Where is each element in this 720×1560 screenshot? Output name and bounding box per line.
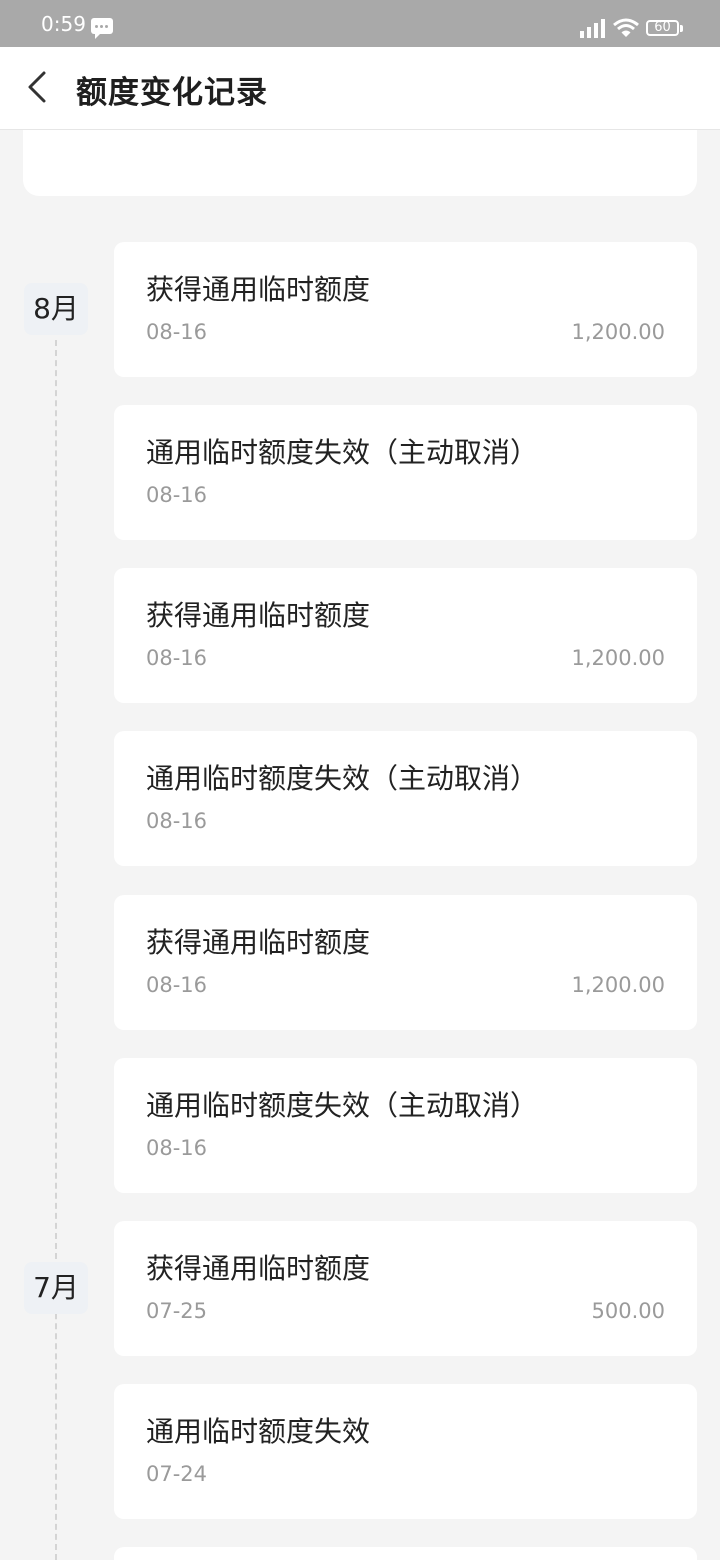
record-card-partial[interactable] <box>114 1547 697 1560</box>
back-arrow-icon[interactable] <box>18 67 58 107</box>
battery-level: 60 <box>654 20 671 35</box>
record-title: 获得通用临时额度 <box>146 599 371 632</box>
message-notification-icon <box>91 18 113 39</box>
record-card[interactable]: 获得通用临时额度 07-25 500.00 <box>114 1221 697 1356</box>
page-title: 额度变化记录 <box>76 75 268 111</box>
wifi-icon <box>613 18 639 37</box>
record-title: 获得通用临时额度 <box>146 926 371 959</box>
record-amount: 1,200.00 <box>571 973 665 997</box>
record-date: 08-16 <box>146 646 208 670</box>
record-date: 08-16 <box>146 483 208 507</box>
record-card[interactable]: 通用临时额度失效 07-24 <box>114 1384 697 1519</box>
record-date: 07-24 <box>146 1462 208 1486</box>
month-label-august: 8月 <box>24 283 88 335</box>
record-date: 08-16 <box>146 973 208 997</box>
timeline-line <box>55 340 57 1560</box>
record-card[interactable]: 通用临时额度失效（主动取消） 08-16 <box>114 405 697 540</box>
record-amount: 500.00 <box>591 1299 665 1323</box>
record-date: 07-25 <box>146 1299 208 1323</box>
record-card[interactable]: 获得通用临时额度 08-16 1,200.00 <box>114 568 697 703</box>
record-amount: 1,200.00 <box>571 646 665 670</box>
record-card[interactable]: 获得通用临时额度 08-16 1,200.00 <box>114 895 697 1030</box>
record-title: 通用临时额度失效 <box>146 1415 371 1448</box>
record-date: 08-16 <box>146 320 208 344</box>
record-date: 08-16 <box>146 809 208 833</box>
record-title: 通用临时额度失效（主动取消） <box>146 1089 539 1122</box>
status-bar: 0:59 60 <box>0 0 720 47</box>
record-amount: 1,200.00 <box>571 320 665 344</box>
record-title: 通用临时额度失效（主动取消） <box>146 762 539 795</box>
record-title: 通用临时额度失效（主动取消） <box>146 436 539 469</box>
record-title: 获得通用临时额度 <box>146 273 371 306</box>
summary-card <box>23 130 697 196</box>
battery-icon: 60 <box>646 20 683 36</box>
app-header: 额度变化记录 <box>0 47 720 130</box>
signal-icon <box>580 18 606 38</box>
status-time: 0:59 <box>41 12 86 36</box>
record-card[interactable]: 通用临时额度失效（主动取消） 08-16 <box>114 731 697 866</box>
record-title: 获得通用临时额度 <box>146 1252 371 1285</box>
month-label-july: 7月 <box>24 1262 88 1314</box>
record-card[interactable]: 获得通用临时额度 08-16 1,200.00 <box>114 242 697 377</box>
record-date: 08-16 <box>146 1136 208 1160</box>
record-card[interactable]: 通用临时额度失效（主动取消） 08-16 <box>114 1058 697 1193</box>
